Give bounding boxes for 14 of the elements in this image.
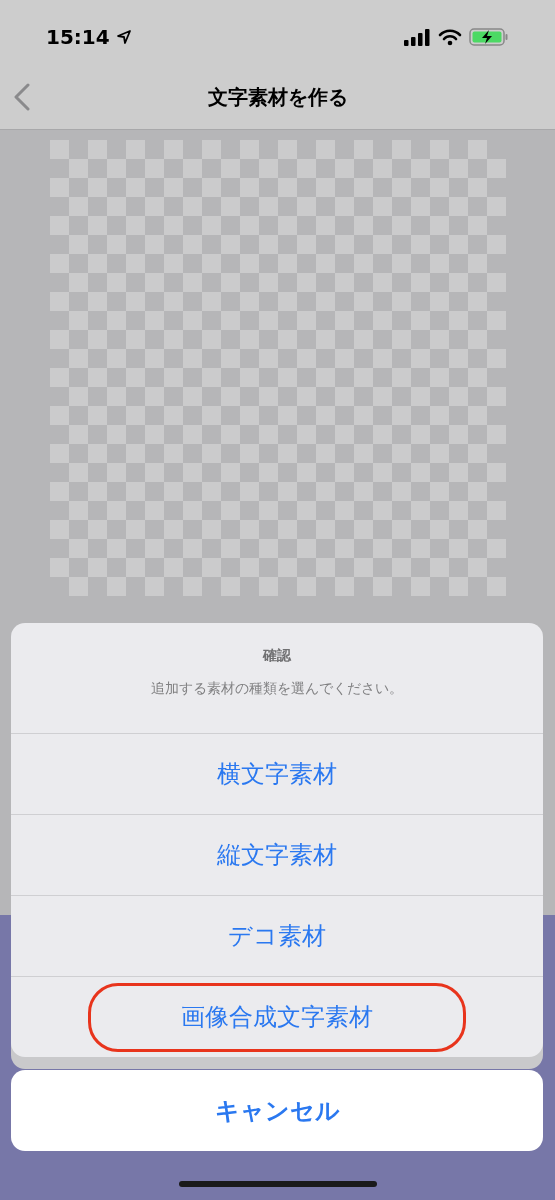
action-option[interactable]: 横文字素材 (209, 756, 345, 792)
action-option[interactable]: 画像合成文字素材 (173, 999, 381, 1035)
wifi-icon (438, 28, 462, 46)
action-option[interactable]: デコ素材 (220, 918, 334, 954)
back-chevron-icon[interactable] (13, 82, 31, 111)
sheet-message: 追加する素材の種類を選んでください。 (151, 679, 403, 698)
nav-title: 文字素材を作る (207, 83, 348, 111)
cancel-button[interactable]: キャンセル (11, 1070, 543, 1151)
signal-icon (404, 28, 431, 46)
status-time: 15:14 (46, 24, 110, 51)
location-arrow-icon (115, 29, 132, 45)
action-option[interactable]: 縦文字素材 (209, 837, 345, 873)
sheet-title: 確認 (263, 646, 291, 665)
battery-charging-icon (469, 27, 509, 47)
